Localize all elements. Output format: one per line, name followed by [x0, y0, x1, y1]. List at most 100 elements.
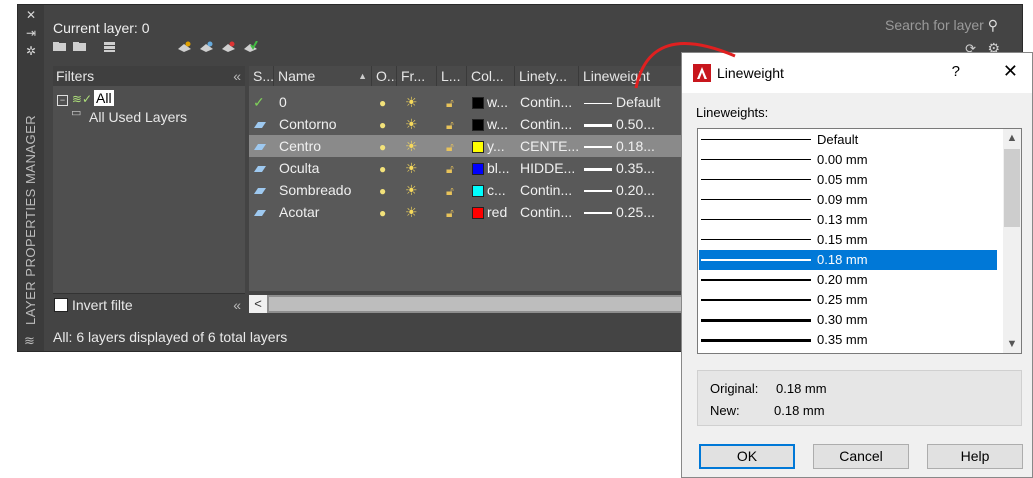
- layer-lineweight[interactable]: Default: [584, 91, 688, 113]
- layer-name[interactable]: Centro: [279, 135, 373, 157]
- lightbulb-icon[interactable]: ●: [379, 113, 397, 135]
- layer-color[interactable]: red: [472, 201, 516, 223]
- col-header-on[interactable]: O...: [372, 66, 397, 86]
- layer-lineweight[interactable]: 0.18...: [584, 135, 688, 157]
- unlock-icon[interactable]: 🔓︎: [446, 113, 464, 135]
- sun-icon[interactable]: ☀: [405, 135, 427, 157]
- lineweight-option[interactable]: 0.20 mm: [699, 270, 997, 290]
- layer-row[interactable]: Oculta ● ☀ 🔓︎ bl... HIDDE... 0.35...: [249, 157, 689, 179]
- collapse-filters-icon-2[interactable]: «: [233, 297, 241, 313]
- layer-linetype[interactable]: Contin...: [520, 179, 580, 201]
- unlock-icon[interactable]: 🔓︎: [446, 157, 464, 179]
- close-dialog-icon[interactable]: ✕: [1003, 61, 1018, 82]
- col-header-name[interactable]: Name ▲: [274, 66, 372, 86]
- lineweight-option[interactable]: 0.18 mm: [699, 250, 997, 270]
- help-icon[interactable]: ?: [952, 63, 960, 80]
- layer-row[interactable]: Acotar ● ☀ 🔓︎ red Contin... 0.25...: [249, 201, 689, 223]
- layer-status-icon[interactable]: [253, 201, 273, 223]
- new-layer-vp-frozen-icon[interactable]: [199, 41, 214, 52]
- layer-row[interactable]: Centro ● ☀ 🔓︎ y... CENTE... 0.18...: [249, 135, 689, 157]
- lightbulb-icon[interactable]: ●: [379, 91, 397, 113]
- unlock-icon[interactable]: 🔓︎: [446, 135, 464, 157]
- layer-status-icon[interactable]: [253, 113, 273, 135]
- collapse-filters-icon[interactable]: «: [233, 66, 241, 86]
- unlock-icon[interactable]: 🔓︎: [446, 91, 464, 113]
- lightbulb-icon[interactable]: ●: [379, 135, 397, 157]
- layer-name[interactable]: Contorno: [279, 113, 373, 135]
- scroll-down-icon[interactable]: ▼: [1003, 335, 1021, 353]
- layer-linetype[interactable]: Contin...: [520, 113, 580, 135]
- lineweight-option[interactable]: 0.30 mm: [699, 310, 997, 330]
- layer-name[interactable]: Sombreado: [279, 179, 373, 201]
- layer-states-manager-icon[interactable]: [102, 41, 117, 52]
- layer-name[interactable]: Acotar: [279, 201, 373, 223]
- lineweight-option[interactable]: 0.15 mm: [699, 230, 997, 250]
- layer-color[interactable]: w...: [472, 113, 516, 135]
- lineweight-option[interactable]: 0.13 mm: [699, 210, 997, 230]
- layer-linetype[interactable]: HIDDE...: [520, 157, 580, 179]
- layer-lineweight[interactable]: 0.35...: [584, 157, 688, 179]
- new-group-filter-icon[interactable]: [72, 41, 87, 52]
- list-vertical-scrollbar[interactable]: ▲ ▼: [1003, 129, 1021, 353]
- unlock-icon[interactable]: 🔓︎: [446, 179, 464, 201]
- lightbulb-icon[interactable]: ●: [379, 201, 397, 223]
- lightbulb-icon[interactable]: ●: [379, 179, 397, 201]
- layer-name[interactable]: 0: [279, 91, 373, 113]
- layer-color[interactable]: c...: [472, 179, 516, 201]
- cancel-button[interactable]: Cancel: [813, 444, 909, 469]
- layer-color[interactable]: w...: [472, 91, 516, 113]
- sun-icon[interactable]: ☀: [405, 157, 427, 179]
- scroll-thumb[interactable]: [1004, 149, 1020, 227]
- lineweight-option[interactable]: 0.05 mm: [699, 170, 997, 190]
- layer-status-icon[interactable]: [253, 157, 273, 179]
- current-layer-check-icon[interactable]: ✓: [253, 91, 273, 113]
- lightbulb-icon[interactable]: ●: [379, 157, 397, 179]
- scroll-up-icon[interactable]: ▲: [1003, 129, 1021, 147]
- sun-icon[interactable]: ☀: [405, 201, 427, 223]
- layer-lineweight[interactable]: 0.20...: [584, 179, 688, 201]
- grid-horizontal-scrollbar[interactable]: <: [249, 295, 689, 313]
- col-header-linetype[interactable]: Linety...: [515, 66, 579, 86]
- layer-lineweight[interactable]: 0.50...: [584, 113, 688, 135]
- invert-filter-checkbox[interactable]: [54, 298, 68, 312]
- col-header-status[interactable]: S...: [249, 66, 274, 86]
- layer-linetype[interactable]: Contin...: [520, 91, 580, 113]
- close-icon[interactable]: ✕: [25, 9, 37, 21]
- settings-icon[interactable]: ✲: [25, 45, 37, 57]
- layer-row[interactable]: ✓ 0 ● ☀ 🔓︎ w... Contin... Default: [249, 91, 689, 113]
- search-layer-input[interactable]: Search for layer ⚲: [885, 17, 998, 34]
- layer-linetype[interactable]: Contin...: [520, 201, 580, 223]
- col-header-lineweight[interactable]: Lineweight: [579, 66, 689, 86]
- lineweight-list[interactable]: Default 0.00 mm 0.05 mm 0.09 mm 0.13 mm 0.15 …: [697, 128, 1022, 354]
- lineweight-option[interactable]: 0.35 mm: [699, 330, 997, 350]
- col-header-lock[interactable]: L...: [437, 66, 467, 86]
- delete-layer-icon[interactable]: [221, 41, 236, 52]
- new-layer-icon[interactable]: [177, 41, 192, 52]
- layer-status-icon[interactable]: [253, 135, 273, 157]
- lineweight-option[interactable]: 0.25 mm: [699, 290, 997, 310]
- tree-collapse-icon[interactable]: −: [57, 95, 68, 106]
- layer-status-icon[interactable]: [253, 179, 273, 201]
- layer-row[interactable]: Contorno ● ☀ 🔓︎ w... Contin... 0.50...: [249, 113, 689, 135]
- sun-icon[interactable]: ☀: [405, 179, 427, 201]
- layer-color[interactable]: y...: [472, 135, 516, 157]
- tree-item-all-used-layers[interactable]: ▭ All Used Layers: [71, 107, 187, 125]
- new-property-filter-icon[interactable]: [52, 41, 67, 52]
- layer-name[interactable]: Oculta: [279, 157, 373, 179]
- layer-row[interactable]: Sombreado ● ☀ 🔓︎ c... Contin... 0.20...: [249, 179, 689, 201]
- tree-item-all[interactable]: − ≋✓ All: [57, 90, 114, 106]
- col-header-freeze[interactable]: Fr...: [397, 66, 437, 86]
- sun-icon[interactable]: ☀: [405, 113, 427, 135]
- ok-button[interactable]: OK: [699, 444, 795, 469]
- lineweight-option[interactable]: Default: [699, 130, 997, 150]
- lineweight-option[interactable]: 0.09 mm: [699, 190, 997, 210]
- sun-icon[interactable]: ☀: [405, 91, 427, 113]
- set-current-icon[interactable]: [243, 41, 258, 52]
- layer-color[interactable]: bl...: [472, 157, 516, 179]
- unlock-icon[interactable]: 🔓︎: [446, 201, 464, 223]
- col-header-color[interactable]: Col...: [467, 66, 515, 86]
- layer-linetype[interactable]: CENTE...: [520, 135, 580, 157]
- dialog-title-bar[interactable]: Lineweight ? ✕: [682, 53, 1032, 93]
- scroll-track[interactable]: [269, 297, 689, 311]
- layer-lineweight[interactable]: 0.25...: [584, 201, 688, 223]
